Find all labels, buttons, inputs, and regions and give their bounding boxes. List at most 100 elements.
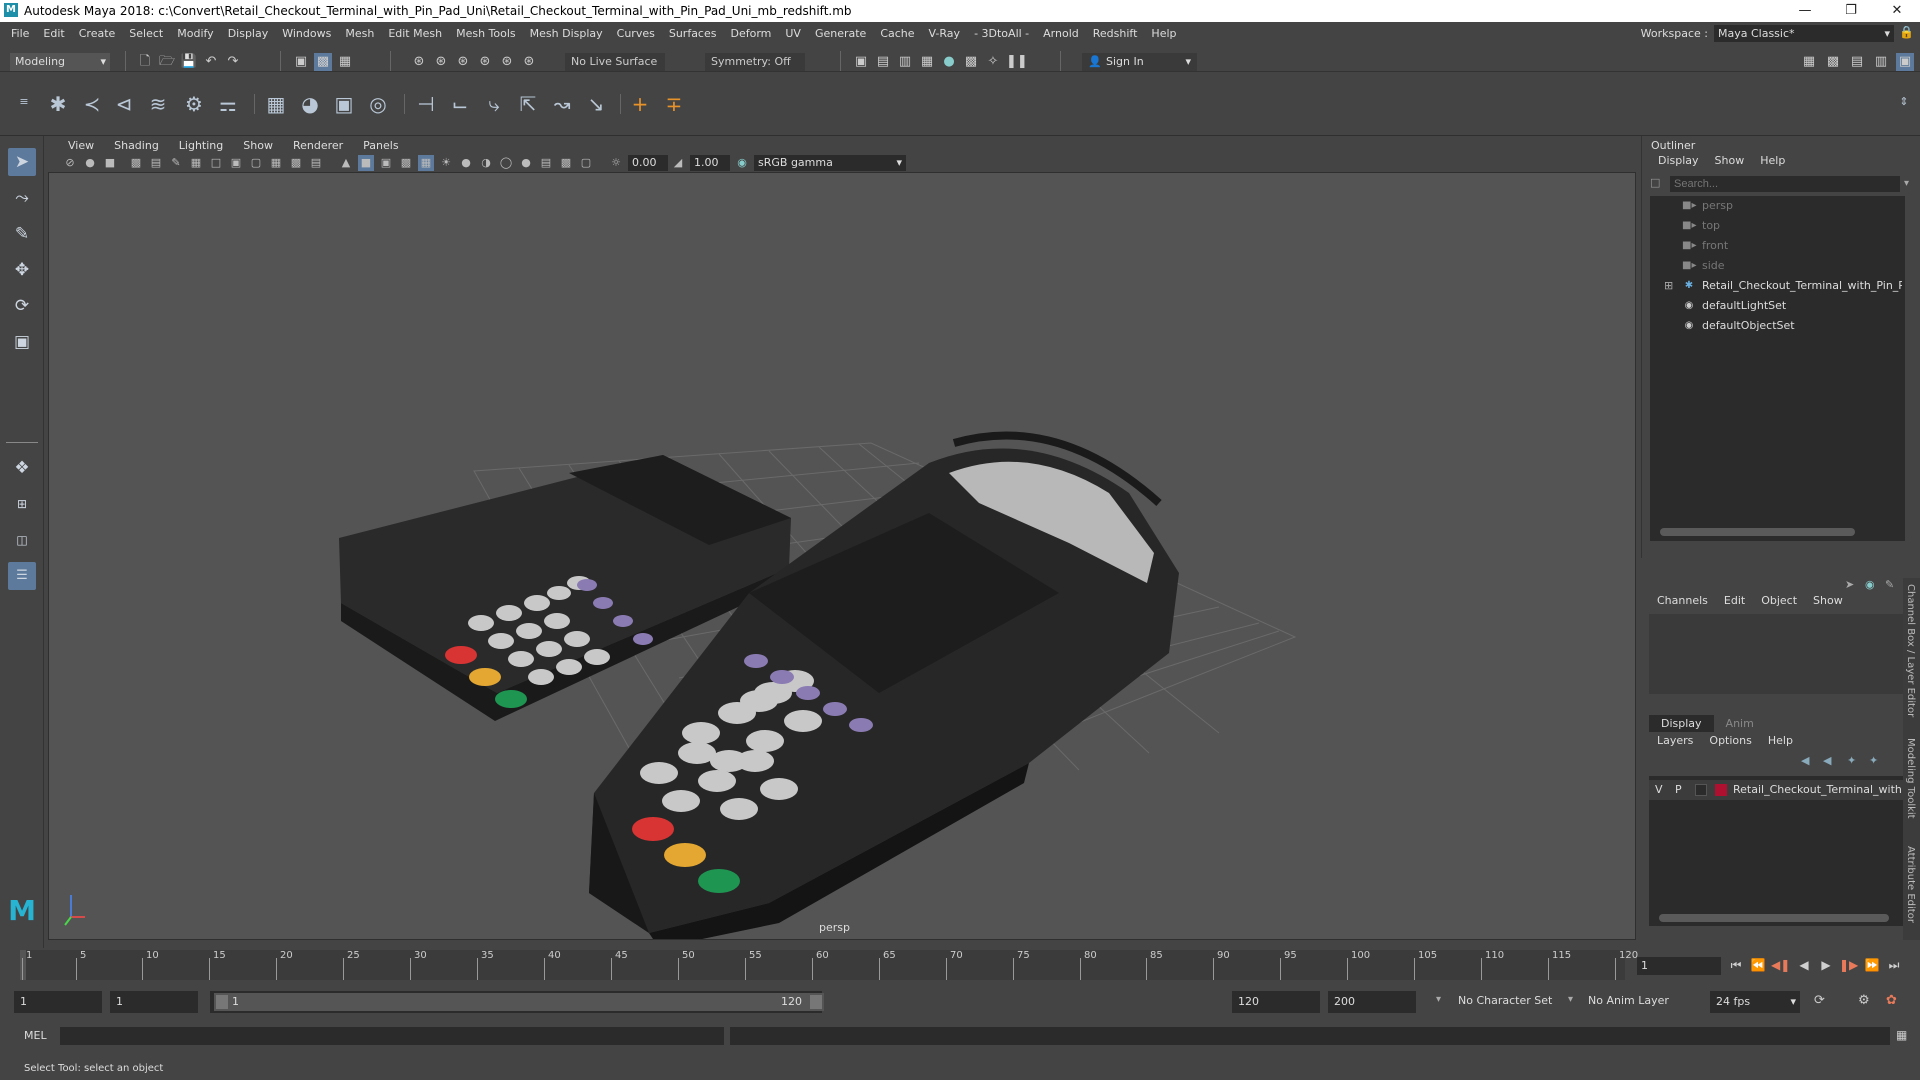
new-scene-icon[interactable]: 🗋 (136, 53, 154, 71)
new-layer-icon[interactable]: ✦ (1847, 754, 1856, 767)
render-view-icon[interactable]: ▣ (852, 53, 870, 71)
minimize-button[interactable]: — (1782, 0, 1828, 22)
select-hierarchy-icon[interactable]: ▣ (292, 53, 310, 71)
gamma-icon[interactable]: ◢ (670, 155, 686, 171)
render-frame-icon[interactable]: ▤ (874, 53, 892, 71)
xray-components-icon[interactable]: ● (518, 155, 534, 171)
loop-icon[interactable]: ⟳ (1814, 993, 1825, 1008)
lattice-icon[interactable]: ▣ (330, 90, 358, 118)
color-management-icon[interactable]: ◉ (734, 155, 750, 171)
chevron-down-icon[interactable]: ▾ (1904, 178, 1909, 189)
select-tool-icon[interactable]: ➤ (8, 148, 36, 176)
layer-type-toggle[interactable] (1695, 784, 1707, 796)
layer-row[interactable]: V P Retail_Checkout_Terminal_with (1649, 780, 1904, 800)
menu-help[interactable]: Help (1144, 27, 1183, 40)
playback-end-field[interactable]: 120 (1232, 991, 1320, 1013)
humanik-icon[interactable]: ⚙ (180, 90, 208, 118)
bind-skin-icon[interactable]: ▦ (262, 90, 290, 118)
current-frame-field[interactable]: 1 (1637, 957, 1721, 975)
snap-edge-icon[interactable]: ⊛ (520, 53, 538, 71)
quick-rig-icon[interactable]: ⚎ (214, 90, 242, 118)
attribute-editor-icon[interactable]: ▩ (1824, 53, 1842, 71)
shelf-tabs-icon[interactable]: ≡ (10, 88, 38, 116)
ik-handle-icon[interactable]: ≺ (78, 90, 106, 118)
snap-grid-icon[interactable]: ⊛ (410, 53, 428, 71)
viewport-menu-view[interactable]: View (58, 139, 104, 152)
channel-menu-channels[interactable]: Channels (1649, 594, 1716, 607)
range-start-grip[interactable] (216, 995, 228, 1009)
menu-select[interactable]: Select (122, 27, 170, 40)
step-back-frame-icon[interactable]: ◀❚ (1771, 956, 1790, 974)
paint-weights-icon[interactable]: ◕ (296, 90, 324, 118)
layer-color-swatch[interactable] (1715, 784, 1727, 796)
tool-settings-icon[interactable]: ▤ (1848, 53, 1866, 71)
use-all-lights-icon[interactable]: ▦ (418, 155, 434, 171)
xray-icon[interactable]: ◑ (478, 155, 494, 171)
hud-icon[interactable]: ▩ (558, 155, 574, 171)
layer-visibility-toggle[interactable]: V (1655, 780, 1663, 800)
pause-icon[interactable]: ❚❚ (1006, 53, 1028, 71)
lasso-tool-icon[interactable]: ⤳ (8, 184, 36, 212)
channel-key-icon[interactable]: ➤ (1845, 578, 1854, 591)
filter-icon[interactable]: □ (1650, 176, 1666, 192)
ambient-occlusion-icon[interactable]: ● (458, 155, 474, 171)
lock-icon[interactable]: 🔒 (1899, 25, 1914, 39)
layer-editor-toggle-icon[interactable]: ▣ (1896, 53, 1914, 71)
scale-tool-icon[interactable]: ▣ (8, 328, 36, 356)
modeling-toolkit-icon[interactable]: ▦ (1800, 53, 1818, 71)
outliner-layout-icon[interactable]: ☰ (8, 562, 36, 590)
sign-in-button[interactable]: 👤 Sign In ▾ (1082, 53, 1197, 71)
parent-constraint-icon[interactable]: ⊣ (412, 90, 440, 118)
modeling-toolkit-tab[interactable]: Modeling Toolkit (1905, 738, 1916, 819)
isolate-select-icon[interactable]: ▤ (538, 155, 554, 171)
menuset-dropdown[interactable]: Modeling ▾ (10, 53, 110, 71)
scene-start-field[interactable]: 1 (14, 991, 102, 1013)
undo-icon[interactable]: ↶ (202, 53, 220, 71)
viewport-menu-panels[interactable]: Panels (353, 139, 408, 152)
step-forward-key-icon[interactable]: ⏩ (1863, 956, 1881, 974)
safe-title-icon[interactable]: ▤ (308, 155, 324, 171)
camera-attributes-icon[interactable]: ● (82, 155, 98, 171)
auto-key-icon[interactable]: ⚙ (1858, 993, 1870, 1008)
new-layer-selected-icon[interactable]: ✦ (1869, 754, 1878, 767)
close-button[interactable]: ✕ (1874, 0, 1920, 22)
script-editor-icon[interactable]: ▦ (1896, 1028, 1907, 1042)
range-end-grip[interactable] (810, 995, 822, 1009)
render-settings-icon[interactable]: ▦ (918, 53, 936, 71)
preferences-icon[interactable]: ✿ (1886, 993, 1897, 1008)
layer-playback-toggle[interactable]: P (1675, 780, 1682, 800)
hypershade-icon[interactable]: ● (940, 53, 958, 71)
grease-pencil-icon[interactable]: ✎ (168, 155, 184, 171)
menu-3dtoall[interactable]: - 3DtoAll - (967, 27, 1036, 40)
viewport-menu-shading[interactable]: Shading (104, 139, 169, 152)
channel-menu-edit[interactable]: Edit (1716, 594, 1753, 607)
viewport-menu-renderer[interactable]: Renderer (283, 139, 353, 152)
menu-arnold[interactable]: Arnold (1036, 27, 1086, 40)
light-editor-icon[interactable]: ✧ (984, 53, 1002, 71)
snap-view-icon[interactable]: ⊛ (476, 53, 494, 71)
rotate-tool-icon[interactable]: ⟳ (8, 292, 36, 320)
snap-point-icon[interactable]: ⊛ (454, 53, 472, 71)
menu-modify[interactable]: Modify (170, 27, 220, 40)
image-plane-icon[interactable]: ▩ (128, 155, 144, 171)
go-to-start-icon[interactable]: ⏮ (1727, 956, 1745, 974)
menu-mesh-tools[interactable]: Mesh Tools (449, 27, 523, 40)
point-constraint-icon[interactable]: ⌙ (446, 90, 474, 118)
live-surface-field[interactable]: No Live Surface (565, 53, 665, 71)
play-backwards-icon[interactable]: ◀ (1795, 956, 1813, 974)
film-gate-icon[interactable]: □ (208, 155, 224, 171)
outliner-item-front[interactable]: ■▸ front (1650, 236, 1905, 256)
four-view-layout-icon[interactable]: ⊞ (8, 490, 36, 518)
layer-menu-help[interactable]: Help (1760, 734, 1801, 747)
snap-surface-icon[interactable]: ⊛ (498, 53, 516, 71)
resolution-gate-icon[interactable]: ▣ (228, 155, 244, 171)
outliner-scrollbar[interactable] (1660, 528, 1855, 536)
outliner-item-side[interactable]: ■▸ side (1650, 256, 1905, 276)
layer-scrollbar[interactable] (1659, 914, 1889, 922)
viewport-menu-lighting[interactable]: Lighting (169, 139, 233, 152)
outliner-menu-show[interactable]: Show (1707, 154, 1753, 172)
delete-attribute-icon[interactable]: ∓ (660, 90, 688, 118)
single-perspective-layout-icon[interactable]: ❖ (8, 454, 36, 482)
channel-edit-icon[interactable]: ✎ (1885, 578, 1894, 591)
ipr-render-icon[interactable]: ▥ (896, 53, 914, 71)
